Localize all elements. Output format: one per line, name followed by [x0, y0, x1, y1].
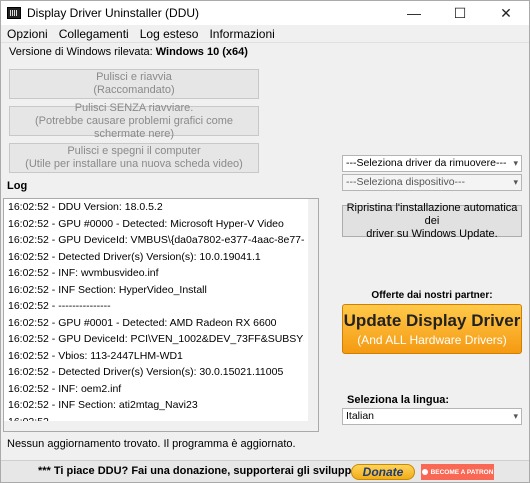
log-line: 16:02:52 - --------------- [8, 300, 111, 312]
chevron-down-icon: ▾ [513, 158, 518, 168]
menu-links[interactable]: Collegamenti [53, 27, 134, 41]
update-banner-title: Update Display Driver [343, 311, 521, 330]
clean-no-restart-label: Pulisci SENZA riavviare. [74, 101, 194, 114]
footer: *** Ti piace DDU? Fai una donazione, sup… [1, 460, 529, 482]
windows-version-value: Windows 10 (x64) [155, 46, 248, 58]
log-line: 16:02:52 - GPU #0001 - Detected: AMD Rad… [8, 316, 277, 329]
menu-info[interactable]: Informazioni [203, 27, 279, 41]
app-icon [7, 7, 21, 19]
device-select[interactable]: ---Seleziona dispositivo--- ▾ [342, 174, 522, 191]
chevron-down-icon: ▾ [513, 411, 518, 421]
minimize-button[interactable]: — [391, 1, 437, 25]
log-box[interactable]: 16:02:52 - DDU Version: 18.0.5.2 16:02:5… [3, 198, 319, 432]
log-label: Log [7, 180, 28, 192]
patreon-button[interactable]: BECOME A PATRON [421, 464, 494, 480]
partner-offers-label: Offerte dai nostri partner: [371, 290, 493, 301]
update-status: Nessun aggiornamento trovato. Il program… [7, 438, 296, 450]
maximize-button[interactable]: ☐ [437, 1, 483, 25]
update-banner-subtitle: (And ALL Hardware Drivers) [357, 333, 507, 347]
clean-shutdown-sub: (Utile per installare una nuova scheda v… [25, 158, 243, 170]
device-select-value: ---Seleziona dispositivo--- [346, 176, 466, 188]
app-window: Display Driver Uninstaller (DDU) — ☐ ✕ O… [0, 0, 530, 483]
windows-version: Versione di Windows rilevata: Windows 10… [9, 46, 248, 58]
clean-restart-sub: (Raccomandato) [93, 84, 175, 96]
clean-shutdown-label: Pulisci e spegni il computer [67, 145, 201, 157]
log-line: 16:02:52 - Vbios: 113-2447LHM-WD1 [8, 349, 183, 362]
log-line: 16:02:52 - GPU DeviceId: VMBUS\{da0a7802… [8, 234, 304, 246]
restore-label-line2: driver su Windows Update. [366, 227, 498, 240]
restore-label-line1: Ripristina l'installazione automatica de… [346, 201, 518, 227]
chevron-down-icon: ▾ [513, 177, 518, 187]
log-vertical-scrollbar[interactable] [308, 199, 318, 431]
windows-version-label: Versione di Windows rilevata: [9, 46, 153, 58]
language-select-value: Italian [346, 410, 375, 422]
log-line: 16:02:52 - INF Section: ati2mtag_Navi23 [8, 399, 198, 411]
log-line: 16:02:52 - DDU Version: 18.0.5.2 [8, 201, 163, 213]
menu-options[interactable]: Opzioni [1, 27, 53, 41]
log-horizontal-scrollbar[interactable] [4, 421, 318, 431]
language-label: Seleziona la lingua: [347, 394, 450, 406]
log-line: 16:02:52 - INF Section: HyperVideo_Insta… [8, 283, 207, 296]
log-line: 16:02:52 - GPU #0000 - Detected: Microso… [8, 217, 284, 230]
clean-restart-label: Pulisci e riavvia [96, 71, 172, 83]
clean-shutdown-button[interactable]: Pulisci e spegni il computer (Utile per … [9, 143, 259, 173]
log-line: 16:02:52 - GPU DeviceId: PCI\VEN_1002&DE… [8, 333, 304, 345]
log-line: 16:02:52 - INF: wvmbusvideo.inf [8, 267, 159, 279]
donate-button[interactable]: Donate [351, 464, 415, 480]
restore-windows-update-button[interactable]: Ripristina l'installazione automatica de… [342, 201, 522, 240]
patreon-label: BECOME A PATRON [430, 468, 494, 476]
clean-no-restart-button[interactable]: Pulisci SENZA riavviare. (Potrebbe causa… [9, 102, 259, 140]
title-bar: Display Driver Uninstaller (DDU) — ☐ ✕ [1, 1, 529, 25]
driver-select-value: ---Seleziona driver da rimuovere--- [346, 157, 507, 169]
menu-extended-log[interactable]: Log esteso [134, 27, 204, 41]
donation-message: *** Ti piace DDU? Fai una donazione, sup… [38, 465, 395, 477]
window-title: Display Driver Uninstaller (DDU) [27, 6, 200, 20]
menu-bar: Opzioni Collegamenti Log esteso Informaz… [1, 25, 529, 43]
language-select[interactable]: Italian ▾ [342, 408, 522, 425]
update-driver-banner[interactable]: Update Display Driver (And ALL Hardware … [342, 304, 522, 354]
clean-restart-button[interactable]: Pulisci e riavvia (Raccomandato) [9, 69, 259, 99]
driver-select[interactable]: ---Seleziona driver da rimuovere--- ▾ [342, 155, 522, 172]
log-line: 16:02:52 - INF: oem2.inf [8, 382, 122, 395]
log-line: 16:02:52 - Detected Driver(s) Version(s)… [8, 250, 261, 263]
patreon-icon [421, 469, 428, 475]
close-button[interactable]: ✕ [483, 1, 529, 25]
log-line: 16:02:52 - Detected Driver(s) Version(s)… [8, 366, 284, 378]
clean-no-restart-sub: (Potrebbe causare problemi grafici come … [34, 114, 234, 140]
